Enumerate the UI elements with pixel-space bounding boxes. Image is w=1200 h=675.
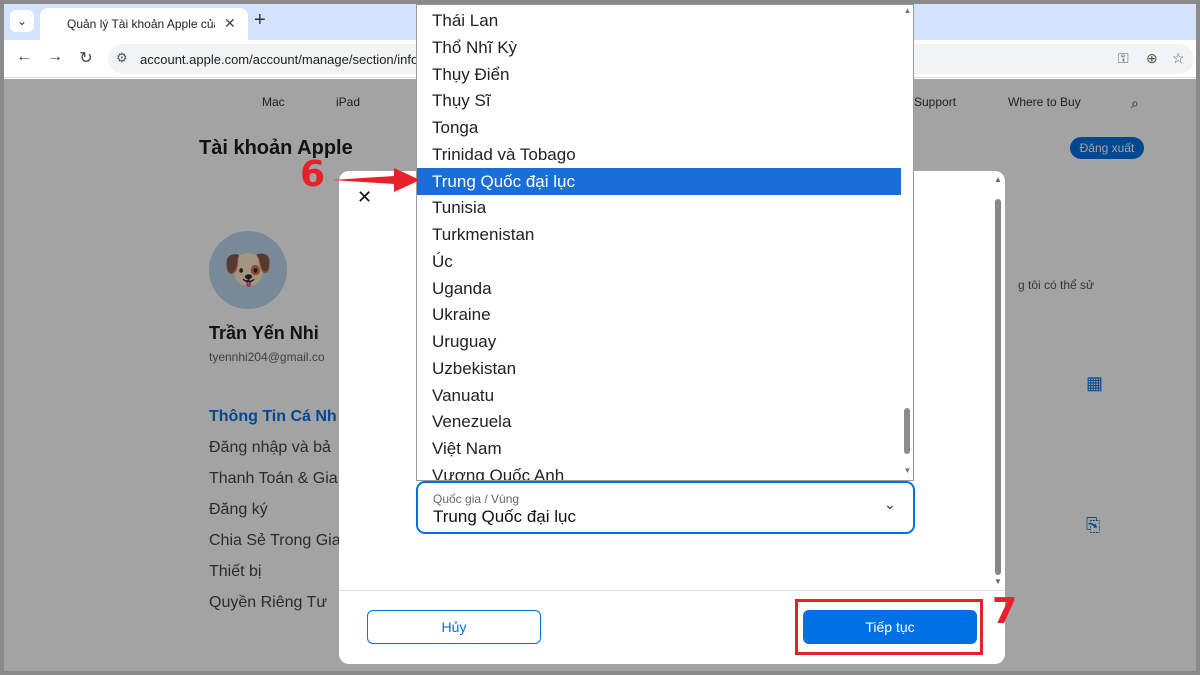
dropdown-option[interactable]: Turkmenistan bbox=[417, 221, 901, 248]
country-dropdown-list[interactable]: Vương Quốc Anh Việt Nam Venezuela Vanuatu Uz… bbox=[416, 4, 914, 481]
dropdown-option[interactable]: Tonga bbox=[417, 114, 901, 141]
dropdown-option[interactable]: Trinidad và Tobago bbox=[417, 141, 901, 168]
reload-icon[interactable]: ↻ bbox=[76, 48, 96, 68]
dropdown-option[interactable]: Uruguay bbox=[417, 328, 901, 355]
dropdown-option[interactable]: Uganda bbox=[417, 275, 901, 302]
chevron-down-icon: ⌄ bbox=[884, 496, 896, 512]
zoom-icon[interactable]: ⊕ bbox=[1146, 50, 1158, 67]
country-select[interactable]: Quốc gia / Vùng Trung Quốc đại lục ⌄ bbox=[416, 481, 915, 534]
dropdown-option[interactable]: Venezuela bbox=[417, 408, 901, 435]
dropdown-option[interactable]: Ukraine bbox=[417, 301, 901, 328]
scroll-up-icon[interactable]: ▲ bbox=[901, 6, 913, 15]
highlight-box bbox=[795, 599, 983, 655]
dropdown-option[interactable]: Vương Quốc Anh bbox=[417, 462, 901, 480]
scroll-down-icon[interactable]: ▼ bbox=[901, 466, 913, 475]
dropdown-option-selected[interactable]: Trung Quốc đại lục bbox=[417, 167, 901, 195]
dropdown-option[interactable]: Thụy Điển bbox=[417, 61, 901, 88]
screenshot-frame: ⌄ Quản lý Tài khoản Apple của ba ✕ + ← →… bbox=[0, 0, 1200, 675]
country-select-value: Trung Quốc đại lục bbox=[433, 507, 576, 526]
scrollbar-thumb[interactable] bbox=[995, 199, 1001, 575]
new-tab-button[interactable]: + bbox=[254, 9, 266, 32]
browser-tab[interactable]: Quản lý Tài khoản Apple của ba ✕ bbox=[40, 8, 248, 40]
scroll-up-icon[interactable]: ▲ bbox=[993, 175, 1003, 184]
country-select-label: Quốc gia / Vùng bbox=[433, 492, 520, 506]
dropdown-scrollbar-thumb[interactable] bbox=[904, 408, 910, 454]
tab-search-button[interactable]: ⌄ bbox=[10, 10, 34, 32]
dropdown-option[interactable]: Tunisia bbox=[417, 194, 901, 221]
step-7-marker: 7 bbox=[992, 591, 1018, 632]
scroll-down-icon[interactable]: ▼ bbox=[993, 577, 1003, 586]
back-icon[interactable]: ← bbox=[14, 48, 34, 66]
dropdown-option[interactable]: Việt Nam bbox=[417, 435, 901, 462]
dropdown-option[interactable]: Thụy Sĩ bbox=[417, 87, 901, 114]
bookmark-star-icon[interactable]: ☆ bbox=[1172, 50, 1185, 67]
dropdown-option[interactable]: Thái Lan bbox=[417, 7, 901, 34]
site-info-icon[interactable]: ⚙ bbox=[116, 50, 128, 66]
dialog-scrollbar[interactable]: ▲ ▼ bbox=[993, 175, 1003, 587]
dropdown-option[interactable]: Uzbekistan bbox=[417, 355, 901, 382]
url-text: account.apple.com/account/manage/section… bbox=[140, 52, 423, 67]
tab-close-icon[interactable]: ✕ bbox=[224, 15, 236, 32]
dropdown-option[interactable]: Thổ Nhĩ Kỳ bbox=[417, 34, 901, 61]
dropdown-option[interactable]: Vanuatu bbox=[417, 382, 901, 409]
step-6-marker: 6 bbox=[300, 154, 326, 195]
red-arrow-icon bbox=[332, 168, 420, 192]
cancel-button[interactable]: Hủy bbox=[367, 610, 541, 644]
forward-icon[interactable]: → bbox=[45, 48, 65, 66]
password-key-icon[interactable]: ⚿ bbox=[1118, 50, 1129, 67]
tab-title: Quản lý Tài khoản Apple của ba bbox=[67, 17, 215, 31]
dropdown-option[interactable]: Úc bbox=[417, 248, 901, 275]
dropdown-scrollbar[interactable]: ▲ ▼ bbox=[901, 5, 913, 480]
